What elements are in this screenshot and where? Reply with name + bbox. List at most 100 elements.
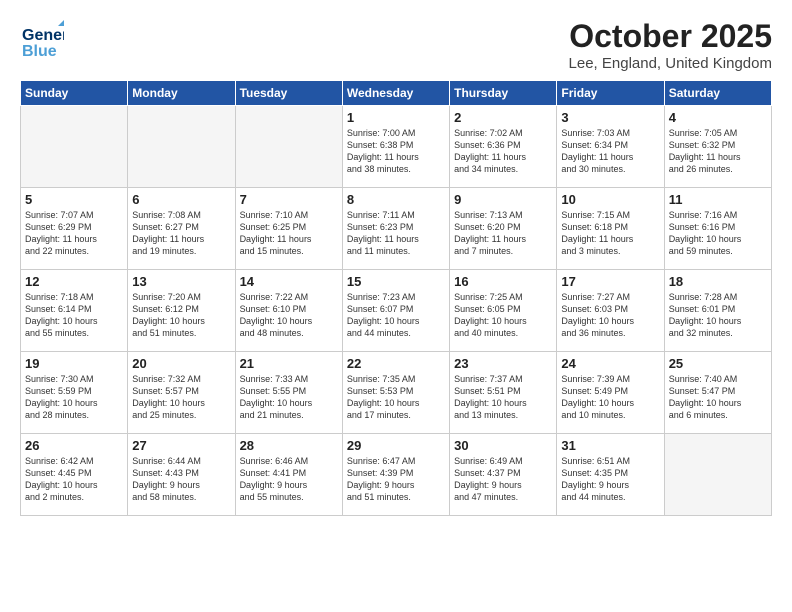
day-number: 17 (561, 274, 659, 289)
day-info: Sunrise: 7:40 AM Sunset: 5:47 PM Dayligh… (669, 373, 767, 422)
day-number: 19 (25, 356, 123, 371)
month-title: October 2025 (569, 18, 772, 55)
day-number: 10 (561, 192, 659, 207)
calendar-cell: 26 Sunrise: 6:42 AM Sunset: 4:45 PM Dayli… (21, 434, 128, 516)
day-info: Sunrise: 6:47 AM Sunset: 4:39 PM Dayligh… (347, 455, 445, 504)
calendar-cell: 15 Sunrise: 7:23 AM Sunset: 6:07 PM Dayli… (342, 270, 449, 352)
day-number: 15 (347, 274, 445, 289)
header: General Blue October 2025 Lee, England, … (20, 18, 772, 72)
day-info: Sunrise: 7:08 AM Sunset: 6:27 PM Dayligh… (132, 209, 230, 258)
day-info: Sunrise: 7:16 AM Sunset: 6:16 PM Dayligh… (669, 209, 767, 258)
calendar-cell: 9 Sunrise: 7:13 AM Sunset: 6:20 PM Daylig… (450, 188, 557, 270)
day-number: 12 (25, 274, 123, 289)
calendar-cell: 20 Sunrise: 7:32 AM Sunset: 5:57 PM Dayli… (128, 352, 235, 434)
day-number: 27 (132, 438, 230, 453)
day-number: 30 (454, 438, 552, 453)
calendar-cell: 8 Sunrise: 7:11 AM Sunset: 6:23 PM Daylig… (342, 188, 449, 270)
day-number: 21 (240, 356, 338, 371)
day-info: Sunrise: 6:44 AM Sunset: 4:43 PM Dayligh… (132, 455, 230, 504)
day-info: Sunrise: 7:23 AM Sunset: 6:07 PM Dayligh… (347, 291, 445, 340)
day-number: 9 (454, 192, 552, 207)
day-number: 26 (25, 438, 123, 453)
day-info: Sunrise: 7:10 AM Sunset: 6:25 PM Dayligh… (240, 209, 338, 258)
day-number: 31 (561, 438, 659, 453)
logo-area: General Blue (20, 18, 64, 62)
day-number: 25 (669, 356, 767, 371)
calendar-cell: 6 Sunrise: 7:08 AM Sunset: 6:27 PM Daylig… (128, 188, 235, 270)
day-info: Sunrise: 7:11 AM Sunset: 6:23 PM Dayligh… (347, 209, 445, 258)
calendar: SundayMondayTuesdayWednesdayThursdayFrid… (20, 80, 772, 516)
week-row-2: 12 Sunrise: 7:18 AM Sunset: 6:14 PM Dayli… (21, 270, 772, 352)
weekday-header-row: SundayMondayTuesdayWednesdayThursdayFrid… (21, 81, 772, 106)
day-info: Sunrise: 7:28 AM Sunset: 6:01 PM Dayligh… (669, 291, 767, 340)
week-row-3: 19Sunrise: 7:30 AM Sunset: 5:59 PM Dayli… (21, 352, 772, 434)
day-info: Sunrise: 7:15 AM Sunset: 6:18 PM Dayligh… (561, 209, 659, 258)
day-info: Sunrise: 6:46 AM Sunset: 4:41 PM Dayligh… (240, 455, 338, 504)
calendar-cell: 24 Sunrise: 7:39 AM Sunset: 5:49 PM Dayli… (557, 352, 664, 434)
weekday-thursday: Thursday (450, 81, 557, 106)
weekday-friday: Friday (557, 81, 664, 106)
day-info: Sunrise: 7:32 AM Sunset: 5:57 PM Dayligh… (132, 373, 230, 422)
day-info: Sunrise: 7:27 AM Sunset: 6:03 PM Dayligh… (561, 291, 659, 340)
day-info: Sunrise: 7:35 AM Sunset: 5:53 PM Dayligh… (347, 373, 445, 422)
day-info: Sunrise: 7:33 AM Sunset: 5:55 PM Dayligh… (240, 373, 338, 422)
day-info: Sunrise: 7:05 AM Sunset: 6:32 PM Dayligh… (669, 127, 767, 176)
calendar-cell: 11 Sunrise: 7:16 AM Sunset: 6:16 PM Dayli… (664, 188, 771, 270)
logo-icon: General Blue (20, 18, 64, 62)
weekday-tuesday: Tuesday (235, 81, 342, 106)
calendar-cell: 1Sunrise: 7:00 AM Sunset: 6:38 PM Daylig… (342, 106, 449, 188)
location: Lee, England, United Kingdom (569, 55, 772, 72)
day-number: 5 (25, 192, 123, 207)
calendar-cell (128, 106, 235, 188)
calendar-cell: 31 Sunrise: 6:51 AM Sunset: 4:35 PM Dayli… (557, 434, 664, 516)
calendar-cell: 7 Sunrise: 7:10 AM Sunset: 6:25 PM Daylig… (235, 188, 342, 270)
weekday-saturday: Saturday (664, 81, 771, 106)
calendar-cell (21, 106, 128, 188)
day-number: 28 (240, 438, 338, 453)
day-number: 24 (561, 356, 659, 371)
day-number: 8 (347, 192, 445, 207)
day-info: Sunrise: 6:51 AM Sunset: 4:35 PM Dayligh… (561, 455, 659, 504)
calendar-cell: 18 Sunrise: 7:28 AM Sunset: 6:01 PM Dayli… (664, 270, 771, 352)
svg-text:Blue: Blue (22, 43, 57, 60)
calendar-cell: 30 Sunrise: 6:49 AM Sunset: 4:37 PM Dayli… (450, 434, 557, 516)
day-info: Sunrise: 7:25 AM Sunset: 6:05 PM Dayligh… (454, 291, 552, 340)
day-info: Sunrise: 7:20 AM Sunset: 6:12 PM Dayligh… (132, 291, 230, 340)
day-info: Sunrise: 7:22 AM Sunset: 6:10 PM Dayligh… (240, 291, 338, 340)
day-info: Sunrise: 7:13 AM Sunset: 6:20 PM Dayligh… (454, 209, 552, 258)
calendar-cell: 3 Sunrise: 7:03 AM Sunset: 6:34 PM Daylig… (557, 106, 664, 188)
day-number: 14 (240, 274, 338, 289)
day-info: Sunrise: 7:18 AM Sunset: 6:14 PM Dayligh… (25, 291, 123, 340)
calendar-cell: 19Sunrise: 7:30 AM Sunset: 5:59 PM Dayli… (21, 352, 128, 434)
day-info: Sunrise: 7:00 AM Sunset: 6:38 PM Dayligh… (347, 127, 445, 176)
day-number: 23 (454, 356, 552, 371)
calendar-cell: 14 Sunrise: 7:22 AM Sunset: 6:10 PM Dayli… (235, 270, 342, 352)
day-info: Sunrise: 7:03 AM Sunset: 6:34 PM Dayligh… (561, 127, 659, 176)
weekday-wednesday: Wednesday (342, 81, 449, 106)
day-number: 11 (669, 192, 767, 207)
week-row-4: 26 Sunrise: 6:42 AM Sunset: 4:45 PM Dayli… (21, 434, 772, 516)
day-number: 6 (132, 192, 230, 207)
calendar-cell: 16 Sunrise: 7:25 AM Sunset: 6:05 PM Dayli… (450, 270, 557, 352)
calendar-cell: 12 Sunrise: 7:18 AM Sunset: 6:14 PM Dayli… (21, 270, 128, 352)
day-number: 2 (454, 110, 552, 125)
calendar-cell: 27 Sunrise: 6:44 AM Sunset: 4:43 PM Dayli… (128, 434, 235, 516)
week-row-0: 1Sunrise: 7:00 AM Sunset: 6:38 PM Daylig… (21, 106, 772, 188)
day-number: 29 (347, 438, 445, 453)
day-number: 18 (669, 274, 767, 289)
calendar-cell: 13Sunrise: 7:20 AM Sunset: 6:12 PM Dayli… (128, 270, 235, 352)
calendar-cell: 2Sunrise: 7:02 AM Sunset: 6:36 PM Daylig… (450, 106, 557, 188)
day-number: 7 (240, 192, 338, 207)
weekday-sunday: Sunday (21, 81, 128, 106)
calendar-cell: 28 Sunrise: 6:46 AM Sunset: 4:41 PM Dayli… (235, 434, 342, 516)
day-info: Sunrise: 7:37 AM Sunset: 5:51 PM Dayligh… (454, 373, 552, 422)
day-number: 16 (454, 274, 552, 289)
page: General Blue October 2025 Lee, England, … (0, 0, 792, 612)
calendar-cell: 4Sunrise: 7:05 AM Sunset: 6:32 PM Daylig… (664, 106, 771, 188)
day-info: Sunrise: 6:42 AM Sunset: 4:45 PM Dayligh… (25, 455, 123, 504)
day-number: 22 (347, 356, 445, 371)
day-number: 20 (132, 356, 230, 371)
day-info: Sunrise: 6:49 AM Sunset: 4:37 PM Dayligh… (454, 455, 552, 504)
day-number: 3 (561, 110, 659, 125)
day-info: Sunrise: 7:39 AM Sunset: 5:49 PM Dayligh… (561, 373, 659, 422)
